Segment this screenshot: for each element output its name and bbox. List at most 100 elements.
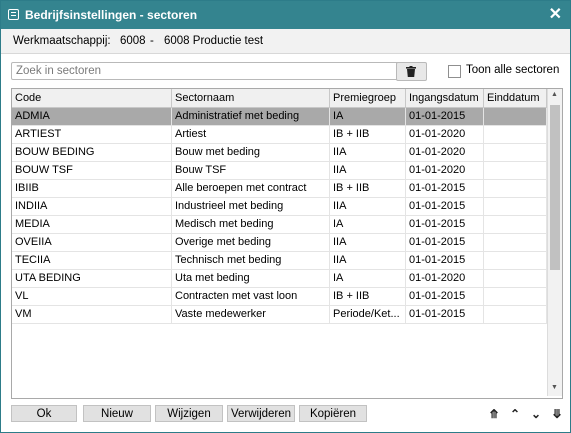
column-header-code[interactable]: Code — [12, 89, 172, 107]
cell-code: BOUW BEDING — [12, 144, 172, 161]
cell-code: TECIIA — [12, 252, 172, 269]
cell-code: VL — [12, 288, 172, 305]
table-row[interactable]: UTA BEDING Uta met beding IA 01-01-2020 — [12, 270, 547, 288]
cell-premiegroep: IIA — [330, 234, 406, 251]
cell-code: ADMIA — [12, 108, 172, 125]
table-row[interactable]: OVEIIA Overige met beding IIA 01-01-2015 — [12, 234, 547, 252]
cell-premiegroep: IB + IIB — [330, 126, 406, 143]
cell-premiegroep: IIA — [330, 162, 406, 179]
cell-ingangsdatum: 01-01-2020 — [406, 270, 484, 287]
cell-premiegroep: IB + IIB — [330, 180, 406, 197]
cell-sectornaam: Vaste medewerker — [172, 306, 330, 323]
cell-sectornaam: Overige met beding — [172, 234, 330, 251]
company-code: 6008 — [120, 35, 146, 47]
cell-einddatum — [484, 108, 547, 125]
copy-button[interactable]: Kopiëren — [299, 405, 367, 422]
cell-sectornaam: Uta met beding — [172, 270, 330, 287]
cell-einddatum — [484, 288, 547, 305]
table-row[interactable]: BOUW TSF Bouw TSF IIA 01-01-2020 — [12, 162, 547, 180]
cell-einddatum — [484, 180, 547, 197]
table-row[interactable]: INDIIA Industrieel met beding IIA 01-01-201… — [12, 198, 547, 216]
cell-einddatum — [484, 234, 547, 251]
table-row[interactable]: IBIIB Alle beroepen met contract IB + IIB 0… — [12, 180, 547, 198]
cell-ingangsdatum: 01-01-2020 — [406, 144, 484, 161]
company-separator: - — [150, 35, 154, 47]
table-row[interactable]: VL Contracten met vast loon IB + IIB 01-01-… — [12, 288, 547, 306]
last-record-icon[interactable]: ⤋ — [548, 405, 566, 423]
trash-icon — [406, 66, 416, 77]
cell-premiegroep: IA — [330, 270, 406, 287]
cell-ingangsdatum: 01-01-2015 — [406, 234, 484, 251]
cell-einddatum — [484, 144, 547, 161]
cell-einddatum — [484, 198, 547, 215]
cell-code: ARTIEST — [12, 126, 172, 143]
sectors-table: Code Sectornaam Premiegroep Ingangsdatum… — [11, 88, 563, 399]
edit-button[interactable]: Wijzigen — [155, 405, 223, 422]
title-bar: Bedrijfsinstellingen - sectoren ✕ — [1, 1, 570, 29]
cell-premiegroep: IB + IIB — [330, 288, 406, 305]
cell-code: BOUW TSF — [12, 162, 172, 179]
cell-premiegroep: Periode/Ket... — [330, 306, 406, 323]
cell-sectornaam: Industrieel met beding — [172, 198, 330, 215]
show-all-label: Toon alle sectoren — [466, 64, 560, 76]
company-name: 6008 Productie test — [164, 35, 264, 47]
ok-button[interactable]: Ok — [11, 405, 77, 422]
table-row[interactable]: ARTIEST Artiest IB + IIB 01-01-2020 — [12, 126, 547, 144]
scroll-thumb[interactable] — [550, 105, 560, 270]
cell-ingangsdatum: 01-01-2015 — [406, 288, 484, 305]
cell-sectornaam: Bouw met beding — [172, 144, 330, 161]
window-icon — [8, 9, 19, 20]
cell-einddatum — [484, 252, 547, 269]
vertical-scrollbar[interactable]: ▲ ▼ — [547, 89, 562, 396]
cell-sectornaam: Technisch met beding — [172, 252, 330, 269]
next-record-icon[interactable]: ⌄ — [527, 405, 545, 423]
cell-ingangsdatum: 01-01-2020 — [406, 126, 484, 143]
cell-ingangsdatum: 01-01-2015 — [406, 306, 484, 323]
cell-premiegroep: IIA — [330, 144, 406, 161]
cell-sectornaam: Contracten met vast loon — [172, 288, 330, 305]
cell-einddatum — [484, 270, 547, 287]
table-header: Code Sectornaam Premiegroep Ingangsdatum… — [12, 89, 547, 108]
cell-code: VM — [12, 306, 172, 323]
cell-einddatum — [484, 162, 547, 179]
cell-premiegroep: IIA — [330, 252, 406, 269]
cell-code: UTA BEDING — [12, 270, 172, 287]
table-row[interactable]: ADMIA Administratief met beding IA 01-01-20… — [12, 108, 547, 126]
table-row[interactable]: MEDIA Medisch met beding IA 01-01-2015 — [12, 216, 547, 234]
cell-sectornaam: Alle beroepen met contract — [172, 180, 330, 197]
cell-premiegroep: IA — [330, 216, 406, 233]
column-header-einddatum[interactable]: Einddatum — [484, 89, 547, 107]
show-all-checkbox[interactable] — [448, 65, 461, 78]
scroll-up-icon[interactable]: ▲ — [551, 91, 558, 98]
column-header-premiegroep[interactable]: Premiegroep — [330, 89, 406, 107]
table-row[interactable]: TECIIA Technisch met beding IIA 01-01-2015 — [12, 252, 547, 270]
first-record-icon[interactable]: ⤊ — [485, 405, 503, 423]
previous-record-icon[interactable]: ⌃ — [506, 405, 524, 423]
cell-code: OVEIIA — [12, 234, 172, 251]
cell-einddatum — [484, 306, 547, 323]
cell-premiegroep: IIA — [330, 198, 406, 215]
column-header-sectornaam[interactable]: Sectornaam — [172, 89, 330, 107]
table-row[interactable]: BOUW BEDING Bouw met beding IIA 01-01-2020 — [12, 144, 547, 162]
close-icon[interactable]: ✕ — [549, 4, 562, 24]
scroll-down-icon[interactable]: ▼ — [551, 384, 558, 391]
cell-sectornaam: Artiest — [172, 126, 330, 143]
cell-sectornaam: Bouw TSF — [172, 162, 330, 179]
column-header-ingangsdatum[interactable]: Ingangsdatum — [406, 89, 484, 107]
cell-ingangsdatum: 01-01-2015 — [406, 252, 484, 269]
cell-ingangsdatum: 01-01-2015 — [406, 180, 484, 197]
company-label: Werkmaatschappij: — [13, 35, 111, 47]
cell-einddatum — [484, 216, 547, 233]
table-row[interactable]: VM Vaste medewerker Periode/Ket... 01-01-20… — [12, 306, 547, 324]
new-button[interactable]: Nieuw — [83, 405, 151, 422]
company-bar: Werkmaatschappij: 6008 - 6008 Productie … — [1, 29, 570, 54]
delete-button[interactable]: Verwijderen — [227, 405, 295, 422]
dialog-window: Bedrijfsinstellingen - sectoren ✕ Werkma… — [0, 0, 571, 433]
cell-sectornaam: Medisch met beding — [172, 216, 330, 233]
search-input[interactable] — [11, 62, 399, 80]
cell-premiegroep: IA — [330, 108, 406, 125]
cell-code: INDIIA — [12, 198, 172, 215]
cell-ingangsdatum: 01-01-2015 — [406, 108, 484, 125]
cell-einddatum — [484, 126, 547, 143]
delete-search-button[interactable] — [396, 62, 427, 81]
